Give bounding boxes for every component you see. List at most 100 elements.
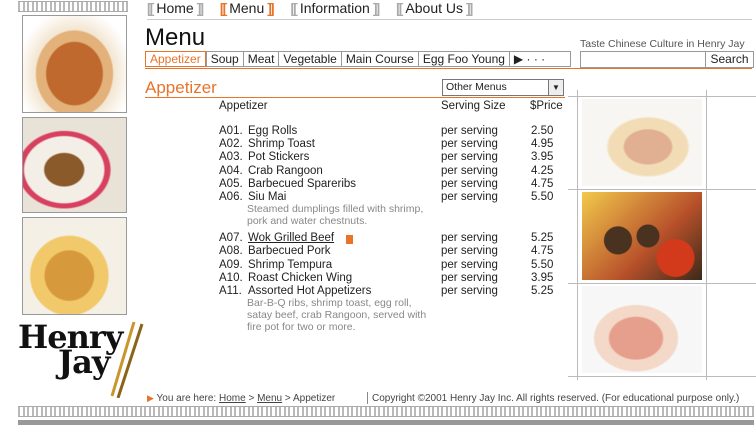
item-name: Shrimp Tempura: [248, 258, 333, 271]
tagline: Taste Chinese Culture in Henry Jay: [580, 38, 745, 50]
henry-jay-logo: Henry Jay: [18, 318, 144, 398]
item-description: Steamed dumplings filled with shrimp, po…: [247, 203, 424, 228]
footer-divider: [367, 392, 368, 404]
nav-information[interactable]: [[Information]]: [290, 0, 380, 16]
grid-line: [568, 376, 756, 377]
item-name: Assorted Hot Appetizers: [248, 285, 372, 297]
item-serving-size: per serving: [441, 177, 498, 190]
breadcrumb-arrow-icon: ▶: [147, 393, 154, 403]
item-code: A10.: [219, 271, 243, 284]
item-code: A06.: [219, 191, 243, 203]
breadcrumb-sep: >: [284, 393, 291, 404]
item-price: 3.95: [531, 271, 554, 284]
item-price: 4.75: [531, 245, 554, 258]
item-serving-size: per serving: [441, 164, 498, 177]
photo-fish-and-chips: [22, 217, 127, 315]
item-name: Barbecued Pork: [248, 245, 331, 258]
chevron-down-icon[interactable]: ▼: [548, 80, 563, 95]
search-button[interactable]: Search: [705, 51, 754, 68]
other-menus-value: Other Menus: [446, 81, 507, 93]
item-code: A01.: [219, 125, 243, 137]
grid-line: [568, 189, 756, 190]
item-price: 4.75: [531, 177, 554, 190]
tab-vegetable[interactable]: Vegetable: [278, 51, 341, 67]
item-code: A04.: [219, 164, 243, 177]
col-header-price: $Price: [530, 100, 563, 112]
item-code: A03.: [219, 151, 243, 164]
item-name: Egg Rolls: [248, 125, 298, 137]
top-left-border: [18, 1, 128, 12]
item-code: A07.: [219, 232, 243, 245]
breadcrumb-prefix: You are here:: [156, 393, 217, 404]
item-name: Barbecued Spareribs: [248, 177, 357, 190]
item-price: 4.95: [531, 138, 554, 151]
breadcrumb-current: Appetizer: [292, 393, 336, 404]
item-serving-size: per serving: [441, 125, 498, 137]
nav-about-us[interactable]: [[About Us]]: [396, 0, 473, 16]
item-price: 4.25: [531, 164, 554, 177]
bottom-border: [18, 406, 754, 417]
item-serving-size: per serving: [441, 191, 498, 203]
item-name[interactable]: Wok Grilled Beef: [248, 232, 334, 244]
nav-home[interactable]: [[Home]]: [147, 0, 204, 16]
tab-appetizer[interactable]: Appetizer: [145, 51, 206, 67]
highlight-marker-icon: [346, 235, 353, 245]
photo-grilled-beef: [582, 192, 702, 280]
item-name: Shrimp Toast: [248, 138, 315, 151]
footer: ▶ You are here: Home > Menu > Appetizer: [147, 393, 335, 404]
item-serving-size: per serving: [441, 245, 498, 258]
section-underline: [145, 97, 565, 98]
item-serving-size: per serving: [441, 271, 498, 284]
photo-shrimp-dish: [582, 286, 702, 373]
copyright: Copyright ©2001 Henry Jay Inc. All right…: [372, 393, 740, 404]
page-title: Menu: [145, 24, 206, 51]
item-code: A11.: [219, 285, 242, 297]
item-code: A08.: [219, 245, 243, 258]
item-serving-size: per serving: [441, 258, 498, 271]
photo-pie: [22, 15, 127, 113]
tab-more[interactable]: ▶ · · ·: [508, 51, 571, 67]
logo-line2: Jay: [58, 343, 110, 381]
nav-underline: [147, 19, 752, 20]
item-serving-size: per serving: [441, 285, 498, 297]
item-price: 5.25: [531, 232, 554, 245]
grid-line: [568, 96, 756, 97]
breadcrumb-menu-link[interactable]: Menu: [257, 393, 282, 404]
tab-divider: [145, 68, 752, 69]
item-price: 5.25: [531, 285, 554, 297]
item-price: 3.95: [531, 151, 554, 164]
item-name: Crab Rangoon: [248, 164, 323, 177]
item-price: 2.50: [531, 125, 554, 137]
tab-egg-foo-young[interactable]: Egg Foo Young: [417, 51, 509, 67]
tab-main-course[interactable]: Main Course: [340, 51, 418, 67]
other-menus-select[interactable]: Other Menus ▼: [442, 79, 564, 96]
grid-line: [706, 90, 707, 380]
chopsticks-icon: [110, 321, 144, 398]
item-name: Roast Chicken Wing: [248, 271, 353, 284]
nav-menu[interactable]: [[Menu]]: [220, 0, 275, 16]
grid-line: [568, 283, 756, 284]
bottom-bar: [18, 420, 754, 425]
item-price: 5.50: [531, 191, 554, 203]
search-input[interactable]: [580, 51, 707, 68]
tab-meat[interactable]: Meat: [242, 51, 279, 67]
col-header-size: Serving Size: [441, 100, 506, 112]
item-name: Siu Mai: [248, 191, 287, 203]
breadcrumb-sep: >: [248, 393, 255, 404]
section-title: Appetizer: [145, 78, 217, 97]
item-price: 5.50: [531, 258, 554, 271]
item-name: Pot Stickers: [248, 151, 310, 164]
item-description: Bar-B-Q ribs, shrimp toast, egg roll, sa…: [247, 297, 427, 334]
grid-line: [577, 90, 578, 380]
photo-cake: [22, 117, 127, 213]
item-serving-size: per serving: [441, 232, 498, 245]
item-serving-size: per serving: [441, 138, 498, 151]
tab-soup[interactable]: Soup: [205, 51, 243, 67]
photo-appetizer-plate: [582, 99, 702, 186]
item-code: A05.: [219, 177, 243, 190]
item-code: A09.: [219, 258, 243, 271]
item-serving-size: per serving: [441, 151, 498, 164]
menu-tabs: Appetizer Soup Meat Vegetable Main Cours…: [145, 51, 571, 67]
top-nav: [[Home]] [[Menu]] [[Information]] [[Abou…: [147, 0, 485, 16]
breadcrumb-home-link[interactable]: Home: [219, 393, 246, 404]
